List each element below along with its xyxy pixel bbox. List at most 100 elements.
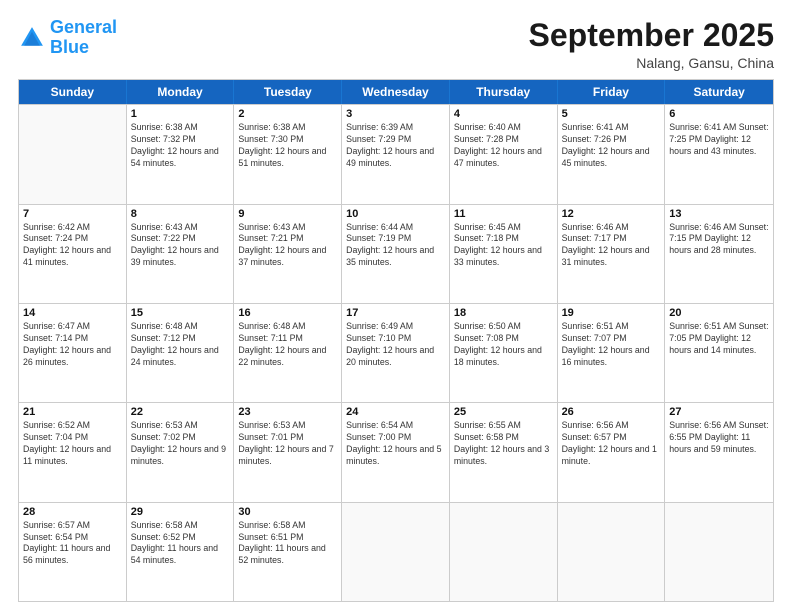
cell-info: Sunrise: 6:55 AM Sunset: 6:58 PM Dayligh…	[454, 420, 553, 468]
cell-info: Sunrise: 6:38 AM Sunset: 7:32 PM Dayligh…	[131, 122, 230, 170]
day-cell-14: 14 Sunrise: 6:47 AM Sunset: 7:14 PM Dayli…	[19, 304, 127, 402]
day-number: 6	[669, 108, 769, 120]
month-title: September 2025	[529, 18, 774, 53]
day-cell-9: 9Sunrise: 6:43 AM Sunset: 7:21 PM Daylig…	[234, 205, 342, 303]
week-row-3: 14 Sunrise: 6:47 AM Sunset: 7:14 PM Dayli…	[19, 303, 773, 402]
cell-info: Sunrise: 6:49 AM Sunset: 7:10 PM Dayligh…	[346, 321, 445, 369]
day-number: 9	[238, 208, 337, 220]
logo-line1: General	[50, 17, 117, 37]
empty-cell	[450, 503, 558, 601]
day-number: 16	[238, 307, 337, 319]
logo-icon	[18, 24, 46, 52]
cell-info: Sunrise: 6:40 AM Sunset: 7:28 PM Dayligh…	[454, 122, 553, 170]
day-number: 17	[346, 307, 445, 319]
day-cell-2: 2 Sunrise: 6:38 AM Sunset: 7:30 PM Daylig…	[234, 105, 342, 203]
day-cell-8: 8Sunrise: 6:43 AM Sunset: 7:22 PM Daylig…	[127, 205, 235, 303]
day-number: 28	[23, 506, 122, 518]
cell-info: Sunrise: 6:50 AM Sunset: 7:08 PM Dayligh…	[454, 321, 553, 369]
header-day-saturday: Saturday	[665, 80, 773, 104]
day-cell-4: 4Sunrise: 6:40 AM Sunset: 7:28 PM Daylig…	[450, 105, 558, 203]
cell-info: Sunrise: 6:46 AM Sunset: 7:15 PM Dayligh…	[669, 222, 769, 258]
day-cell-5: 5Sunrise: 6:41 AM Sunset: 7:26 PM Daylig…	[558, 105, 666, 203]
day-cell-11: 11 Sunrise: 6:45 AM Sunset: 7:18 PM Dayli…	[450, 205, 558, 303]
day-cell-24: 24 Sunrise: 6:54 AM Sunset: 7:00 PM Dayli…	[342, 403, 450, 501]
day-cell-16: 16 Sunrise: 6:48 AM Sunset: 7:11 PM Dayli…	[234, 304, 342, 402]
cell-info: Sunrise: 6:44 AM Sunset: 7:19 PM Dayligh…	[346, 222, 445, 270]
day-cell-29: 29 Sunrise: 6:58 AM Sunset: 6:52 PM Dayli…	[127, 503, 235, 601]
cell-info: Sunrise: 6:47 AM Sunset: 7:14 PM Dayligh…	[23, 321, 122, 369]
day-number: 29	[131, 506, 230, 518]
cell-info: Sunrise: 6:57 AM Sunset: 6:54 PM Dayligh…	[23, 520, 122, 568]
empty-cell	[19, 105, 127, 203]
day-cell-10: 10 Sunrise: 6:44 AM Sunset: 7:19 PM Dayli…	[342, 205, 450, 303]
day-number: 24	[346, 406, 445, 418]
day-cell-7: 7 Sunrise: 6:42 AM Sunset: 7:24 PM Daylig…	[19, 205, 127, 303]
day-number: 11	[454, 208, 553, 220]
day-number: 5	[562, 108, 661, 120]
cell-info: Sunrise: 6:48 AM Sunset: 7:11 PM Dayligh…	[238, 321, 337, 369]
logo: General Blue	[18, 18, 117, 58]
day-number: 2	[238, 108, 337, 120]
cell-info: Sunrise: 6:43 AM Sunset: 7:22 PM Dayligh…	[131, 222, 230, 270]
calendar-header: SundayMondayTuesdayWednesdayThursdayFrid…	[19, 80, 773, 104]
logo-line2: Blue	[50, 37, 89, 57]
cell-info: Sunrise: 6:41 AM Sunset: 7:25 PM Dayligh…	[669, 122, 769, 158]
day-cell-19: 19Sunrise: 6:51 AM Sunset: 7:07 PM Dayli…	[558, 304, 666, 402]
week-row-1: 1 Sunrise: 6:38 AM Sunset: 7:32 PM Daylig…	[19, 104, 773, 203]
day-cell-13: 13 Sunrise: 6:46 AM Sunset: 7:15 PM Dayli…	[665, 205, 773, 303]
cell-info: Sunrise: 6:58 AM Sunset: 6:52 PM Dayligh…	[131, 520, 230, 568]
empty-cell	[342, 503, 450, 601]
cell-info: Sunrise: 6:46 AM Sunset: 7:17 PM Dayligh…	[562, 222, 661, 270]
cell-info: Sunrise: 6:45 AM Sunset: 7:18 PM Dayligh…	[454, 222, 553, 270]
day-number: 22	[131, 406, 230, 418]
cell-info: Sunrise: 6:51 AM Sunset: 7:07 PM Dayligh…	[562, 321, 661, 369]
cell-info: Sunrise: 6:48 AM Sunset: 7:12 PM Dayligh…	[131, 321, 230, 369]
empty-cell	[558, 503, 666, 601]
cell-info: Sunrise: 6:56 AM Sunset: 6:57 PM Dayligh…	[562, 420, 661, 468]
day-cell-21: 21Sunrise: 6:52 AM Sunset: 7:04 PM Dayli…	[19, 403, 127, 501]
cell-info: Sunrise: 6:54 AM Sunset: 7:00 PM Dayligh…	[346, 420, 445, 468]
title-block: September 2025 Nalang, Gansu, China	[529, 18, 774, 71]
week-row-2: 7 Sunrise: 6:42 AM Sunset: 7:24 PM Daylig…	[19, 204, 773, 303]
day-cell-20: 20 Sunrise: 6:51 AM Sunset: 7:05 PM Dayli…	[665, 304, 773, 402]
day-cell-23: 23Sunrise: 6:53 AM Sunset: 7:01 PM Dayli…	[234, 403, 342, 501]
day-cell-1: 1 Sunrise: 6:38 AM Sunset: 7:32 PM Daylig…	[127, 105, 235, 203]
week-row-4: 21Sunrise: 6:52 AM Sunset: 7:04 PM Dayli…	[19, 402, 773, 501]
day-number: 3	[346, 108, 445, 120]
day-cell-15: 15 Sunrise: 6:48 AM Sunset: 7:12 PM Dayli…	[127, 304, 235, 402]
day-cell-22: 22 Sunrise: 6:53 AM Sunset: 7:02 PM Dayli…	[127, 403, 235, 501]
day-cell-17: 17 Sunrise: 6:49 AM Sunset: 7:10 PM Dayli…	[342, 304, 450, 402]
day-number: 25	[454, 406, 553, 418]
header-day-tuesday: Tuesday	[234, 80, 342, 104]
day-number: 26	[562, 406, 661, 418]
header-day-wednesday: Wednesday	[342, 80, 450, 104]
day-number: 14	[23, 307, 122, 319]
cell-info: Sunrise: 6:38 AM Sunset: 7:30 PM Dayligh…	[238, 122, 337, 170]
header-day-monday: Monday	[127, 80, 235, 104]
day-cell-25: 25 Sunrise: 6:55 AM Sunset: 6:58 PM Dayli…	[450, 403, 558, 501]
day-cell-18: 18Sunrise: 6:50 AM Sunset: 7:08 PM Dayli…	[450, 304, 558, 402]
cell-info: Sunrise: 6:51 AM Sunset: 7:05 PM Dayligh…	[669, 321, 769, 357]
calendar-body: 1 Sunrise: 6:38 AM Sunset: 7:32 PM Daylig…	[19, 104, 773, 601]
header: General Blue September 2025 Nalang, Gans…	[18, 18, 774, 71]
header-day-friday: Friday	[558, 80, 666, 104]
day-number: 23	[238, 406, 337, 418]
day-number: 20	[669, 307, 769, 319]
day-number: 12	[562, 208, 661, 220]
day-number: 7	[23, 208, 122, 220]
day-number: 15	[131, 307, 230, 319]
cell-info: Sunrise: 6:42 AM Sunset: 7:24 PM Dayligh…	[23, 222, 122, 270]
cell-info: Sunrise: 6:58 AM Sunset: 6:51 PM Dayligh…	[238, 520, 337, 568]
day-cell-3: 3Sunrise: 6:39 AM Sunset: 7:29 PM Daylig…	[342, 105, 450, 203]
location: Nalang, Gansu, China	[529, 55, 774, 71]
day-number: 1	[131, 108, 230, 120]
page: General Blue September 2025 Nalang, Gans…	[0, 0, 792, 612]
cell-info: Sunrise: 6:53 AM Sunset: 7:02 PM Dayligh…	[131, 420, 230, 468]
week-row-5: 28 Sunrise: 6:57 AM Sunset: 6:54 PM Dayli…	[19, 502, 773, 601]
day-number: 10	[346, 208, 445, 220]
day-number: 13	[669, 208, 769, 220]
header-day-thursday: Thursday	[450, 80, 558, 104]
logo-text: General Blue	[50, 18, 117, 58]
day-cell-12: 12 Sunrise: 6:46 AM Sunset: 7:17 PM Dayli…	[558, 205, 666, 303]
day-cell-26: 26 Sunrise: 6:56 AM Sunset: 6:57 PM Dayli…	[558, 403, 666, 501]
